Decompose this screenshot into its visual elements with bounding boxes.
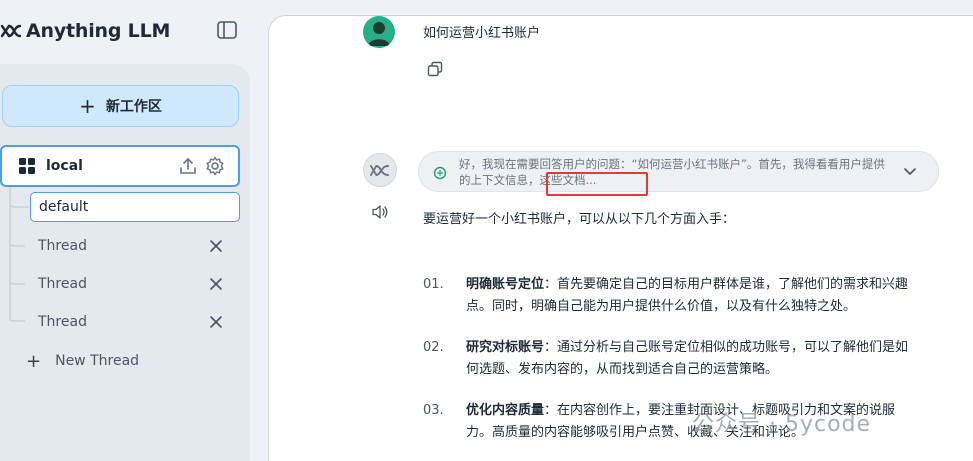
sidebar: Anything LLM + 新工作区 local default Thread… xyxy=(0,0,260,461)
thread-rename-input[interactable] xyxy=(30,192,240,222)
user-message: 如何运营小红书账户 xyxy=(423,26,541,41)
thread-label: Thread xyxy=(38,238,87,254)
new-workspace-label: 新工作区 xyxy=(105,99,162,115)
brand-name: Anything LLM xyxy=(26,20,171,42)
thread-item[interactable]: Thread xyxy=(38,234,238,258)
upload-icon[interactable] xyxy=(179,157,197,175)
user-avatar-icon xyxy=(363,16,395,48)
list-item-body: 研究对标账号：通过分析与自己账号定位相似的成功账号，可以了解他们是如何选题、发布… xyxy=(466,337,921,381)
sidebar-toggle-icon[interactable] xyxy=(216,20,238,40)
new-thread-label: New Thread xyxy=(55,353,140,369)
thread-label: Thread xyxy=(38,314,87,330)
leaf-icon xyxy=(433,166,447,180)
highlight-annotation xyxy=(546,172,648,196)
speaker-icon[interactable] xyxy=(371,204,389,220)
workspace-item-local[interactable]: local xyxy=(0,145,240,187)
close-icon[interactable] xyxy=(208,314,224,330)
close-icon[interactable] xyxy=(208,238,224,254)
list-item-title: 明确账号定位 xyxy=(466,277,545,292)
brand: Anything LLM xyxy=(0,16,170,46)
chat-panel: 如何运营小红书账户 好，我现在需要回答用户的问题：“如何运营小红书账户”。首先，… xyxy=(268,15,973,461)
thinking-panel[interactable]: 好，我现在需要回答用户的问题：“如何运营小红书账户”。首先，我得看看用户提供的上… xyxy=(418,151,939,192)
list-item-title: 优化内容质量 xyxy=(466,403,545,418)
thread-item[interactable]: Thread xyxy=(38,310,238,334)
response-intro: 要运营好一个小红书账户，可以从以下几个方面入手： xyxy=(423,212,736,227)
thread-label: Thread xyxy=(38,276,87,292)
list-item-number: 01. xyxy=(423,277,444,292)
list-item-number: 03. xyxy=(423,403,444,418)
ai-avatar-icon xyxy=(363,153,397,187)
copy-icon[interactable] xyxy=(427,61,443,77)
list-item-body: 明确账号定位：首先要确定自己的目标用户群体是谁，了解他们的需求和兴趣点。同时，明… xyxy=(466,274,921,318)
list-item-title: 研究对标账号 xyxy=(466,340,545,355)
thinking-text: 好，我现在需要回答用户的问题：“如何运营小红书账户”。首先，我得看看用户提供的上… xyxy=(459,157,885,187)
close-icon[interactable] xyxy=(208,276,224,292)
plus-icon: + xyxy=(79,94,96,118)
watermark: 公众号 · 5ycode xyxy=(692,412,872,437)
grid-icon xyxy=(19,158,35,174)
new-thread-button[interactable]: + New Thread xyxy=(26,350,139,372)
list-item-number: 02. xyxy=(423,340,444,355)
logo-icon xyxy=(0,24,22,38)
thread-item[interactable]: Thread xyxy=(38,272,238,296)
workspace-name: local xyxy=(46,158,83,174)
chevron-down-icon[interactable] xyxy=(903,166,917,178)
thread-tree-lines xyxy=(9,187,29,322)
new-workspace-button[interactable]: + 新工作区 xyxy=(2,85,239,127)
gear-icon[interactable] xyxy=(205,156,225,176)
plus-icon: + xyxy=(26,350,42,372)
